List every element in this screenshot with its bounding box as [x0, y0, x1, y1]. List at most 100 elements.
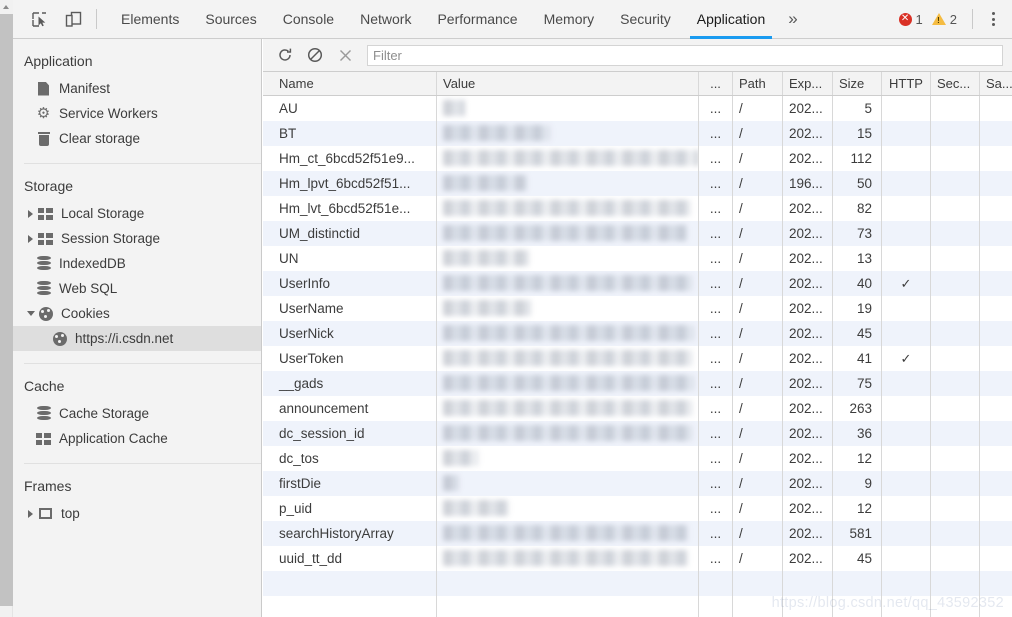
more-options-icon[interactable]	[982, 6, 1004, 32]
sidebar-item-manifest[interactable]: Manifest	[13, 76, 261, 101]
cell-dots: ...	[699, 296, 733, 321]
cell-exp: 202...	[783, 371, 833, 396]
sidebar-item-indexeddb[interactable]: IndexedDB	[13, 251, 261, 276]
sidebar-item-top[interactable]: top	[13, 501, 261, 526]
chevron-right-icon[interactable]	[24, 226, 37, 251]
tab-console[interactable]: Console	[270, 0, 347, 39]
table-filler-cell	[733, 596, 783, 617]
application-sidebar[interactable]: Application Manifest ⚙ Service Workers Clear…	[13, 39, 262, 617]
sidebar-item-session-storage[interactable]: Session Storage	[13, 226, 261, 251]
table-row[interactable]: BT.../202... 15	[263, 121, 1012, 146]
sidebar-item-application-cache[interactable]: Application Cache	[13, 426, 261, 451]
clear-all-cookies-icon[interactable]	[302, 42, 328, 68]
cell-size: 36	[833, 421, 882, 446]
column-header-sa[interactable]: Sa...	[980, 72, 1012, 95]
table-row[interactable]: uuid_tt_dd.../202... 45	[263, 546, 1012, 571]
error-counter[interactable]: ✕ 1	[898, 12, 930, 27]
refresh-icon[interactable]	[272, 42, 298, 68]
table-row[interactable]: Hm_lvt_6bcd52f51e....../202... 82	[263, 196, 1012, 221]
cell-exp: 202...	[783, 346, 833, 371]
chevron-down-icon[interactable]	[24, 301, 37, 326]
redacted-value	[443, 150, 698, 166]
cell-http	[882, 321, 931, 346]
sidebar-item-service-workers[interactable]: ⚙ Service Workers	[13, 101, 261, 126]
sidebar-item-clear-storage[interactable]: Clear storage	[13, 126, 261, 151]
column-header-http[interactable]: HTTP	[882, 72, 931, 95]
more-tabs-icon[interactable]: »	[778, 0, 807, 39]
cell-path: /	[733, 96, 783, 121]
cell-path: /	[733, 546, 783, 571]
sidebar-item-cache-storage[interactable]: Cache Storage	[13, 401, 261, 426]
redacted-value	[443, 475, 459, 491]
filter-input[interactable]	[367, 44, 1003, 66]
scroll-up-arrow-icon[interactable]	[0, 0, 13, 14]
table-row[interactable]: UserNick.../202... 45	[263, 321, 1012, 346]
tab-sources[interactable]: Sources	[192, 0, 269, 39]
cell-dots: ...	[699, 396, 733, 421]
table-filler-cell	[699, 596, 733, 617]
sidebar-item-label: top	[61, 505, 80, 521]
table-row[interactable]: firstDie.../202... 9	[263, 471, 1012, 496]
sidebar-item-local-storage[interactable]: Local Storage	[13, 201, 261, 226]
tab-network[interactable]: Network	[347, 0, 424, 39]
sidebar-item-cookies[interactable]: Cookies	[13, 301, 261, 326]
table-row[interactable]: UserToken.../202... 41 ✓	[263, 346, 1012, 371]
column-header-sec[interactable]: Sec...	[931, 72, 980, 95]
table-row[interactable]: dc_session_id.../202... 36	[263, 421, 1012, 446]
cell-path: /	[733, 321, 783, 346]
table-row[interactable]: p_uid.../202... 12	[263, 496, 1012, 521]
cell-name: announcement	[263, 396, 437, 421]
cell-name: UM_distinctid	[263, 221, 437, 246]
scrollbar-thumb[interactable]	[0, 14, 13, 606]
sidebar-item-https-i-csdn-net[interactable]: https://i.csdn.net	[13, 326, 261, 351]
sidebar-section-application: Application Manifest ⚙ Service Workers Clear…	[13, 39, 261, 161]
tab-elements[interactable]: Elements	[108, 0, 192, 39]
column-header-name[interactable]: Name	[263, 72, 437, 95]
inspect-element-icon[interactable]	[25, 5, 53, 33]
cell-http	[882, 146, 931, 171]
sidebar-section-storage: Storage Local Storage Session Storage Index…	[13, 164, 261, 361]
column-header-exp[interactable]: Exp...	[783, 72, 833, 95]
table-row[interactable]: UserName.../202... 19	[263, 296, 1012, 321]
cell-size: 12	[833, 496, 882, 521]
table-row[interactable]: AU.../202... 5	[263, 96, 1012, 121]
document-icon	[35, 80, 52, 97]
table-row[interactable]: Hm_lpvt_6bcd52f51....../196... 50	[263, 171, 1012, 196]
table-filler-cell	[263, 571, 437, 596]
device-toolbar-icon[interactable]	[59, 5, 87, 33]
sidebar-item-web-sql[interactable]: Web SQL	[13, 276, 261, 301]
cell-dots: ...	[699, 521, 733, 546]
cell-path: /	[733, 221, 783, 246]
column-header-size[interactable]: Size	[833, 72, 882, 95]
table-row[interactable]: UM_distinctid.../202... 73	[263, 221, 1012, 246]
tab-memory[interactable]: Memory	[531, 0, 608, 39]
grid-icon	[35, 430, 52, 447]
table-row[interactable]: UN.../202... 13	[263, 246, 1012, 271]
cell-size: 112	[833, 146, 882, 171]
table-body[interactable]: AU.../202... 5 BT.../202... 15 Hm_ct_6bcd52f…	[263, 96, 1012, 571]
page-scrollbar[interactable]	[0, 0, 13, 617]
column-header-value[interactable]: Value	[437, 72, 699, 95]
table-row[interactable]: UserInfo.../202... 40 ✓	[263, 271, 1012, 296]
table-filler-cell	[931, 596, 980, 617]
tab-application[interactable]: Application	[684, 0, 779, 39]
table-row[interactable]: searchHistoryArray.../202... 581	[263, 521, 1012, 546]
table-row[interactable]: dc_tos.../202... 12	[263, 446, 1012, 471]
table-row[interactable]: Hm_ct_6bcd52f51e9....../202... 112	[263, 146, 1012, 171]
table-row[interactable]: announcement.../202... 263	[263, 396, 1012, 421]
tab-performance[interactable]: Performance	[424, 0, 530, 39]
cell-sa	[980, 146, 1012, 171]
chevron-right-icon[interactable]	[24, 501, 37, 526]
cell-dots: ...	[699, 146, 733, 171]
cell-value	[437, 271, 699, 296]
chevron-right-icon[interactable]	[24, 201, 37, 226]
column-header-dots[interactable]: ...	[699, 72, 733, 95]
clear-filter-icon[interactable]	[332, 42, 358, 68]
warning-counter[interactable]: 2	[931, 12, 964, 27]
tab-security[interactable]: Security	[607, 0, 684, 39]
table-row[interactable]: __gads.../202... 75	[263, 371, 1012, 396]
column-header-path[interactable]: Path	[733, 72, 783, 95]
cell-path: /	[733, 471, 783, 496]
cell-http	[882, 421, 931, 446]
cell-sa	[980, 446, 1012, 471]
